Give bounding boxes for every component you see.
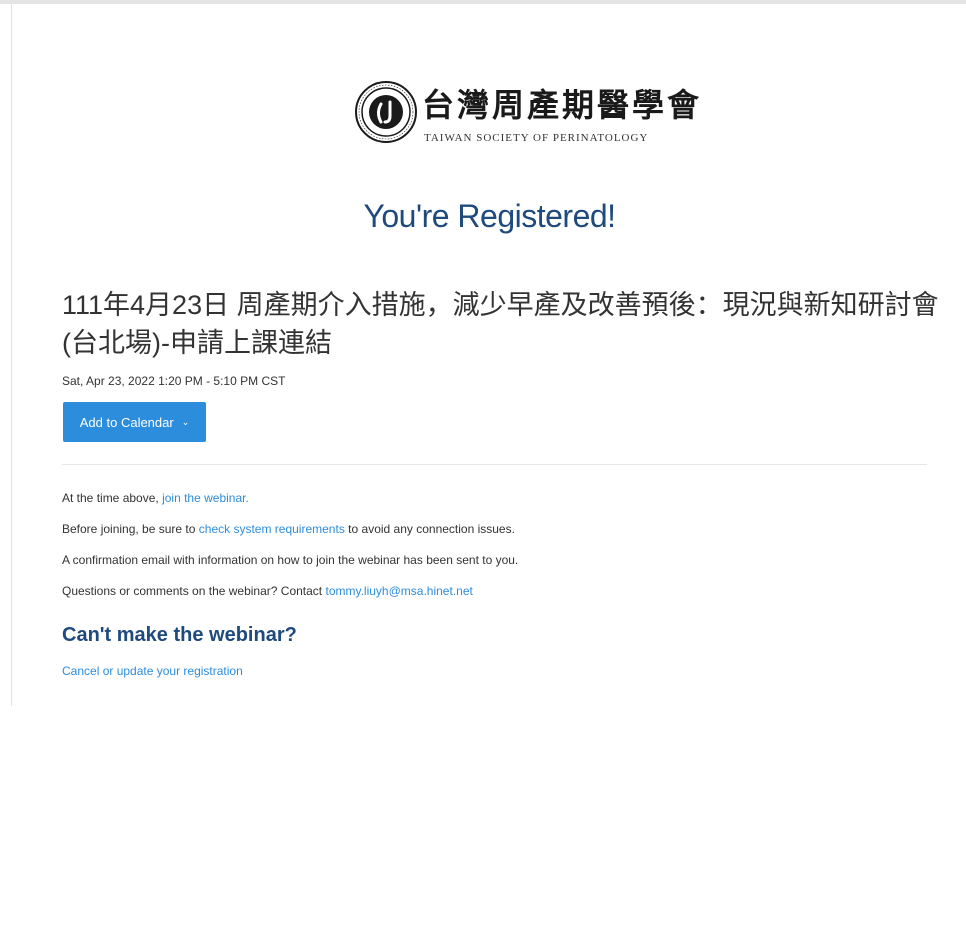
add-to-calendar-button[interactable]: Add to Calendar ⌄ [63, 402, 206, 442]
contact-prefix: Questions or comments on the webinar? Co… [62, 584, 323, 598]
logo-chinese-name: 台灣周產期醫學會 [422, 86, 703, 124]
info-line-requirements: Before joining, be sure to check system … [62, 522, 515, 536]
info-line-confirmation: A confirmation email with information on… [62, 553, 519, 567]
divider [62, 464, 927, 465]
info-line-join: At the time above, join the webinar. [62, 491, 249, 505]
add-to-calendar-label: Add to Calendar [79, 414, 174, 430]
system-requirements-link[interactable]: check system requirements [199, 522, 345, 536]
society-logo: 台灣周產期醫學會 TAIWAN SOCIETY OF PERINATOLOGY [354, 78, 699, 158]
logo-english-name: TAIWAN SOCIETY OF PERINATOLOGY [424, 132, 649, 144]
join-prefix: At the time above, [62, 491, 159, 505]
contact-email-link[interactable]: tommy.liuyh@msa.hinet.net [325, 584, 472, 598]
requirements-prefix: Before joining, be sure to [62, 522, 196, 536]
chevron-down-icon: ⌄ [181, 416, 190, 427]
requirements-suffix: to avoid any connection issues. [348, 522, 515, 536]
webinar-date: Sat, Apr 23, 2022 1:20 PM - 5:10 PM CST [62, 374, 286, 388]
join-webinar-link[interactable]: join the webinar. [162, 491, 249, 505]
society-seal-icon [355, 81, 417, 143]
registration-card: 台灣周產期醫學會 TAIWAN SOCIETY OF PERINATOLOGY … [11, 4, 966, 706]
registered-heading: You're Registered! [363, 198, 616, 234]
cancel-registration-link[interactable]: Cancel or update your registration [62, 664, 243, 678]
webinar-title: 111年4月23日 周產期介入措施，減少早產及改善預後：現況與新知研討會(台北場… [62, 290, 939, 358]
cant-make-heading: Can't make the webinar? [62, 624, 297, 646]
info-line-contact: Questions or comments on the webinar? Co… [62, 584, 473, 598]
